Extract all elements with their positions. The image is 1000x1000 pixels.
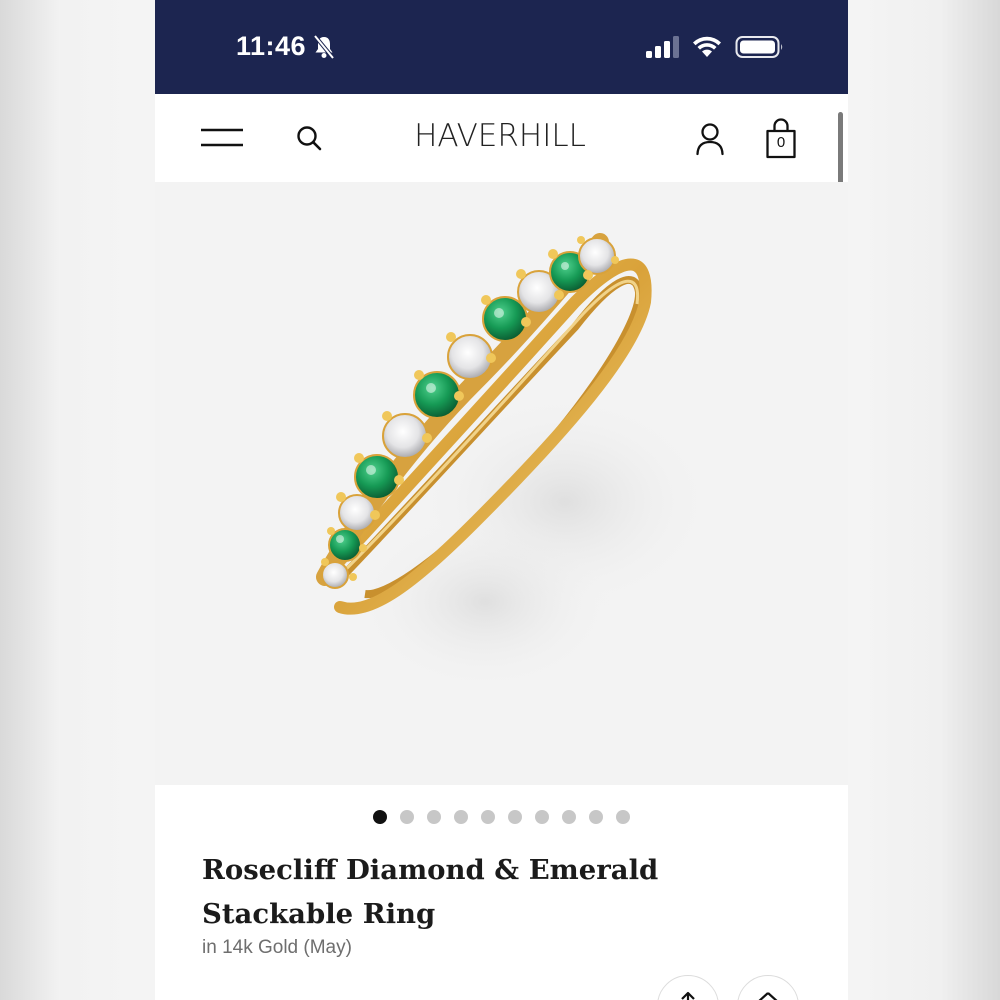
favorite-icon bbox=[758, 992, 778, 1000]
account-button[interactable] bbox=[693, 120, 727, 158]
gallery-dot[interactable] bbox=[427, 810, 441, 824]
menu-button[interactable] bbox=[199, 120, 245, 156]
product-variant: in 14k Gold (May) bbox=[202, 937, 352, 958]
search-icon bbox=[297, 126, 322, 151]
gallery-dot[interactable] bbox=[616, 810, 630, 824]
favorite-button[interactable] bbox=[737, 975, 799, 1000]
gallery-dot[interactable] bbox=[535, 810, 549, 824]
cart-count: 0 bbox=[776, 134, 786, 151]
product-title: Rosecliff Diamond & Emerald Stackable Ri… bbox=[202, 854, 659, 930]
gallery-dot[interactable] bbox=[481, 810, 495, 824]
gallery-dot[interactable] bbox=[508, 810, 522, 824]
gallery-dot[interactable] bbox=[454, 810, 468, 824]
share-button[interactable] bbox=[657, 975, 719, 1000]
gallery-dot[interactable] bbox=[400, 810, 414, 824]
status-bar: 11:46 bbox=[155, 0, 848, 94]
wifi-icon bbox=[693, 36, 721, 57]
account-icon bbox=[696, 123, 724, 156]
cart-button[interactable]: 0 bbox=[763, 118, 799, 160]
gallery-dots bbox=[373, 810, 630, 824]
share-icon bbox=[681, 991, 695, 1000]
gallery-dot[interactable] bbox=[589, 810, 603, 824]
battery-icon bbox=[735, 36, 783, 58]
phone-screen: 11:46 HAVERHILL 0 Rosecliff Diamond & Em… bbox=[155, 0, 848, 1000]
signal-icon bbox=[646, 36, 679, 58]
ring-image bbox=[316, 233, 715, 692]
site-header: HAVERHILL 0 bbox=[155, 94, 848, 182]
bell-slash-icon bbox=[313, 34, 335, 60]
gallery-dot[interactable] bbox=[373, 810, 387, 824]
status-time: 11:46 bbox=[236, 31, 307, 61]
hamburger-menu-icon bbox=[201, 128, 243, 147]
product-image[interactable] bbox=[155, 182, 848, 785]
brand-logo[interactable]: HAVERHILL bbox=[385, 118, 615, 154]
gallery-dot[interactable] bbox=[562, 810, 576, 824]
search-button[interactable] bbox=[293, 120, 325, 156]
